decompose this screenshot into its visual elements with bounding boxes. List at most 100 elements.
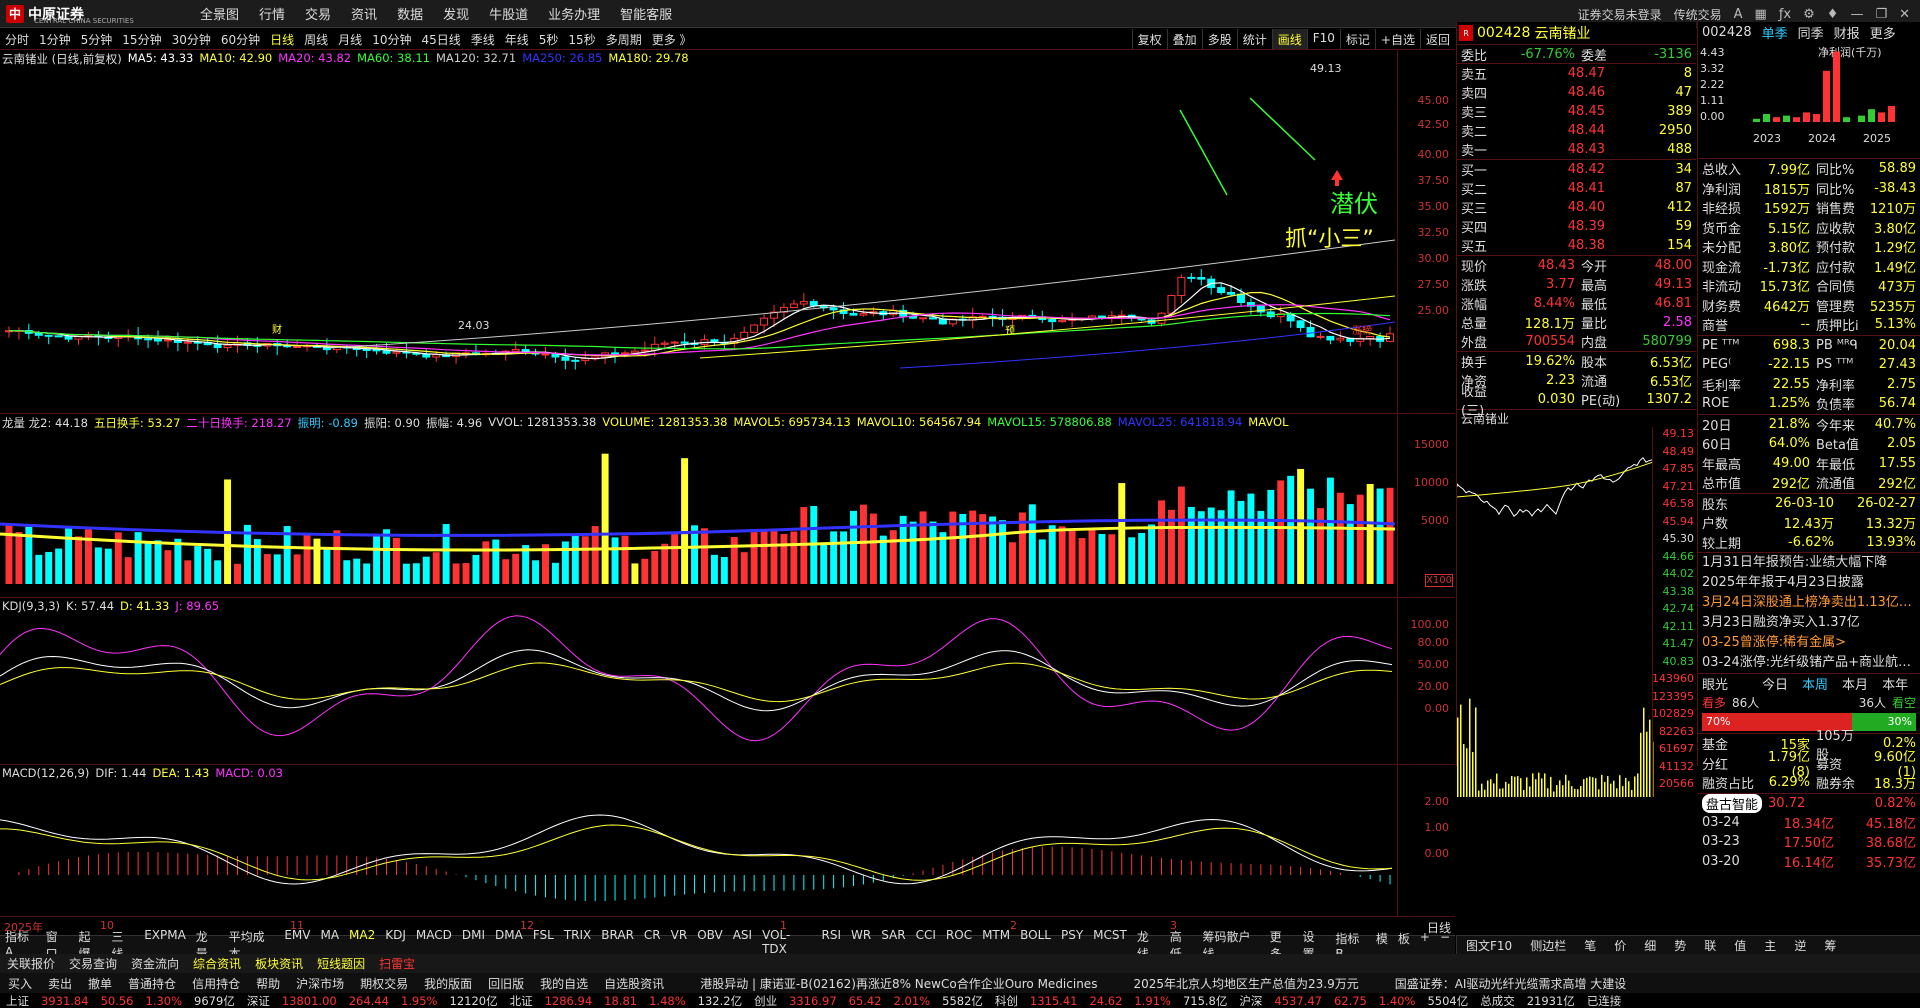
book-row[interactable]: 卖一 48.43 488 xyxy=(1457,140,1696,159)
period-16[interactable]: 更多 》 xyxy=(647,31,697,48)
period-5[interactable]: 60分钟 xyxy=(216,31,265,48)
kdj-svg[interactable] xyxy=(0,598,1455,765)
side-tab-5[interactable]: 势 xyxy=(1665,937,1695,954)
ticker-item[interactable]: 港股异动 | 康诺亚-B(02162)再涨近8% NewCo合作企业Ouro M… xyxy=(692,975,1105,992)
period-14[interactable]: 15秒 xyxy=(563,31,600,48)
kdj-chart[interactable]: KDJ(9,3,3) K: 57.44 D: 41.33 J: 89.65 100.0… xyxy=(0,597,1455,764)
book-row[interactable]: 买四 48.39 59 xyxy=(1457,217,1696,236)
font-size-icon[interactable]: A xyxy=(1734,7,1743,22)
news-item[interactable]: 2025年年报于4月23日披露 xyxy=(1698,573,1920,593)
side-tab-2[interactable]: 笔 xyxy=(1575,937,1605,954)
side-tab-1[interactable]: 侧边栏 xyxy=(1521,937,1575,954)
book-row[interactable]: 卖二 48.44 2950 xyxy=(1457,121,1696,140)
info-link-0[interactable]: 关联报价 xyxy=(0,955,62,972)
trade-link-10[interactable]: 我的自选 xyxy=(532,975,596,992)
side-tab-0[interactable]: 图文F10 xyxy=(1457,937,1521,954)
book-row[interactable]: 买一 48.42 34 xyxy=(1457,160,1696,179)
tab-more[interactable]: 更多 xyxy=(1870,23,1896,42)
menu-item-6[interactable]: 牛股道 xyxy=(479,4,538,23)
period-3[interactable]: 15分钟 xyxy=(117,31,166,48)
side-tab-6[interactable]: 联 xyxy=(1695,937,1725,954)
trade-link-5[interactable]: 帮助 xyxy=(248,975,288,992)
news-item[interactable]: 1月31日年报预告:业绩大幅下降 xyxy=(1698,553,1920,573)
period-15[interactable]: 多周期 xyxy=(601,31,647,48)
bull-label[interactable]: 看多 xyxy=(1702,694,1726,711)
restore-icon[interactable]: ❐ xyxy=(1875,7,1887,22)
trade-link-4[interactable]: 信用持仓 xyxy=(184,975,248,992)
trade-link-6[interactable]: 沪深市场 xyxy=(288,975,352,992)
info-link-4[interactable]: 板块资讯 xyxy=(248,955,310,972)
tab-quarter[interactable]: 单季 xyxy=(1762,23,1788,42)
tool-6[interactable]: 标记 xyxy=(1339,29,1375,50)
info-link-3[interactable]: 综合资讯 xyxy=(186,955,248,972)
period-13[interactable]: 5秒 xyxy=(534,31,564,48)
period-1[interactable]: 1分钟 xyxy=(34,31,76,48)
menu-item-5[interactable]: 发现 xyxy=(433,4,479,23)
menu-item-8[interactable]: 智能客服 xyxy=(610,4,682,23)
side-tab-8[interactable]: 主 xyxy=(1755,937,1785,954)
trade-link-2[interactable]: 撤单 xyxy=(80,975,120,992)
menu-item-3[interactable]: 资讯 xyxy=(341,4,387,23)
book-row[interactable]: 卖五 48.47 8 xyxy=(1457,64,1696,83)
period-8[interactable]: 月线 xyxy=(333,31,367,48)
tool-2[interactable]: 多股 xyxy=(1201,29,1237,50)
period-7[interactable]: 周线 xyxy=(299,31,333,48)
side-tab-4[interactable]: 细 xyxy=(1635,937,1665,954)
trade-link-7[interactable]: 期权交易 xyxy=(352,975,416,992)
book-row[interactable]: 买三 48.40 412 xyxy=(1457,198,1696,217)
tool-8[interactable]: 返回 xyxy=(1419,29,1455,50)
news-item[interactable]: 03-25曾涨停:稀有金属> xyxy=(1698,633,1920,653)
menu-item-7[interactable]: 业务办理 xyxy=(538,4,610,23)
tab-report[interactable]: 财报 xyxy=(1834,23,1860,42)
trade-link-9[interactable]: 回旧版 xyxy=(480,975,532,992)
book-row[interactable]: 卖四 48.46 47 xyxy=(1457,83,1696,102)
macd-chart[interactable]: MACD(12,26,9) DIF: 1.44 DEA: 1.43 MACD: 0.0… xyxy=(0,764,1455,916)
period-2[interactable]: 5分钟 xyxy=(76,31,118,48)
grid-icon[interactable]: ▦ xyxy=(1755,7,1767,22)
info-link-5[interactable]: 短线题因 xyxy=(310,955,372,972)
trade-link-8[interactable]: 我的版面 xyxy=(416,975,480,992)
tool-5[interactable]: F10 xyxy=(1306,29,1340,50)
period-10[interactable]: 45日线 xyxy=(416,31,465,48)
side-tab-3[interactable]: 价 xyxy=(1605,937,1635,954)
period-0[interactable]: 分时 xyxy=(0,31,34,48)
fx-icon[interactable]: ƒx xyxy=(1779,7,1791,22)
ai-row[interactable]: 盘古智能 30.72 0.82% xyxy=(1698,792,1920,813)
trade-link-3[interactable]: 普通持仓 xyxy=(120,975,184,992)
menu-item-4[interactable]: 数据 xyxy=(387,4,433,23)
side-tab-10[interactable]: 筹 xyxy=(1815,937,1845,954)
menu-item-2[interactable]: 交易 xyxy=(295,4,341,23)
side-tab-7[interactable]: 值 xyxy=(1725,937,1755,954)
news-item[interactable]: 3月24日深股通上榜净卖出1.13亿… xyxy=(1698,593,1920,613)
classic-trade-link[interactable]: 传统交易 xyxy=(1674,6,1722,23)
minimize-icon[interactable]: — xyxy=(1850,7,1863,22)
news-item[interactable]: 03-24涨停:光纤级锗产品+商业航… xyxy=(1698,653,1920,673)
trade-link-0[interactable]: 买入 xyxy=(0,975,40,992)
period-4[interactable]: 30分钟 xyxy=(167,31,216,48)
book-row[interactable]: 卖三 48.45 389 xyxy=(1457,102,1696,121)
tool-1[interactable]: 叠加 xyxy=(1166,29,1202,50)
info-link-6[interactable]: 扫雷宝 xyxy=(372,955,422,972)
book-row[interactable]: 买二 48.41 87 xyxy=(1457,179,1696,198)
trade-link-1[interactable]: 卖出 xyxy=(40,975,80,992)
candlestick-svg[interactable]: 49.13 24.03 潜伏抓“小三” 财 预 涨榜 xyxy=(0,50,1455,414)
info-link-1[interactable]: 交易查询 xyxy=(62,955,124,972)
ai-tag[interactable]: 盘古智能 xyxy=(1702,793,1763,813)
close-icon[interactable]: ✕ xyxy=(1899,7,1910,22)
mini-intraday[interactable]: 49.13 48.49 47.85 47.21 46.58 45.94 45.30 44.66… xyxy=(1457,427,1696,797)
tool-7[interactable]: +自选 xyxy=(1374,29,1420,50)
period-11[interactable]: 季线 xyxy=(466,31,500,48)
tab-week[interactable]: 本周 xyxy=(1802,674,1828,693)
tab-today[interactable]: 今日 xyxy=(1762,674,1788,693)
info-link-2[interactable]: 资金流向 xyxy=(124,955,186,972)
trade-link-11[interactable]: 自选股资讯 xyxy=(596,975,672,992)
gear-icon[interactable]: ⚙ xyxy=(1803,7,1815,22)
tab-month[interactable]: 本月 xyxy=(1842,674,1868,693)
macd-svg[interactable] xyxy=(0,765,1455,917)
period-9[interactable]: 10分钟 xyxy=(367,31,416,48)
book-row[interactable]: 买五 48.38 154 xyxy=(1457,236,1696,255)
ticker-item[interactable]: 2025年北京人均地区生产总值为23.9万元 xyxy=(1125,975,1366,992)
period-12[interactable]: 年线 xyxy=(500,31,534,48)
ticker-item[interactable]: 国盛证券：AI驱动光纤光缆需求高增 大建设 xyxy=(1387,975,1635,992)
tool-0[interactable]: 复权 xyxy=(1131,29,1167,50)
